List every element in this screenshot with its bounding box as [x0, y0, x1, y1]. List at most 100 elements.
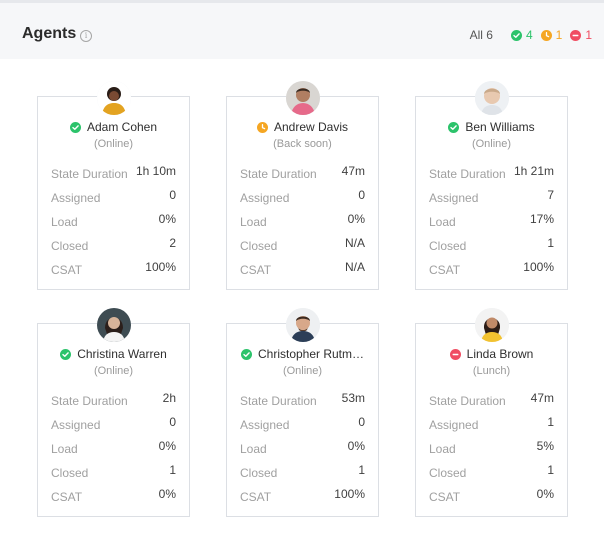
clock-icon	[540, 29, 552, 41]
stat-row-load: Load 0%	[240, 212, 365, 236]
stat-label: CSAT	[240, 263, 272, 277]
stat-row-assigned: Assigned 0	[51, 415, 176, 439]
stat-row-assigned: Assigned 0	[51, 188, 176, 212]
stat-value: 2h	[162, 391, 176, 405]
stat-value: 0%	[158, 487, 176, 501]
stat-row-load: Load 0%	[240, 439, 365, 463]
stat-label: Closed	[240, 239, 278, 253]
avatar	[96, 81, 131, 115]
stat-label: CSAT	[240, 490, 272, 504]
stat-label: Assigned	[240, 418, 290, 432]
stat-row-state-duration: State Duration 47m	[429, 391, 554, 415]
stat-value: 0	[169, 415, 176, 429]
stat-value: 2	[169, 236, 176, 250]
stat-row-csat: CSAT 100%	[429, 260, 554, 284]
stat-row-csat: CSAT 0%	[429, 487, 554, 511]
stat-row-csat: CSAT 100%	[240, 487, 365, 511]
stat-label: Load	[51, 215, 78, 229]
stat-row-state-duration: State Duration 53m	[240, 391, 365, 415]
stat-label: Load	[429, 442, 456, 456]
stat-value: N/A	[344, 236, 365, 250]
stat-label: Closed	[429, 239, 467, 253]
agent-card[interactable]: Christina Warren (Online) State Duration…	[37, 308, 190, 517]
stat-label: Assigned	[51, 418, 101, 432]
stat-label: State Duration	[240, 394, 317, 408]
stat-value: 0%	[347, 212, 365, 226]
stat-value: 100%	[145, 260, 176, 274]
stat-value: 0%	[536, 487, 554, 501]
stat-row-csat: CSAT N/A	[240, 260, 365, 284]
stat-row-load: Load 0%	[51, 439, 176, 463]
stat-value: 53m	[341, 391, 365, 405]
agent-card[interactable]: Linda Brown (Lunch) State Duration 47m As…	[415, 308, 568, 517]
agent-name: Andrew Davis	[273, 120, 349, 134]
agent-status: (Back soon)	[273, 138, 332, 150]
stat-row-load: Load 0%	[51, 212, 176, 236]
stat-row-assigned: Assigned 7	[429, 188, 554, 212]
busy-count: 1	[585, 28, 592, 42]
agent-status: (Online)	[282, 365, 323, 377]
stat-row-closed: Closed 1	[429, 236, 554, 260]
agent-card[interactable]: Adam Cohen (Online) State Duration 1h 10m…	[37, 81, 190, 290]
stat-row-load: Load 17%	[429, 212, 554, 236]
filter-away[interactable]: 1	[540, 28, 563, 42]
stat-row-assigned: Assigned 0	[240, 415, 365, 439]
stat-label: CSAT	[429, 263, 461, 277]
filter-all[interactable]: All 6	[470, 28, 493, 42]
online-status-icon	[60, 348, 72, 360]
online-status-icon	[69, 121, 81, 133]
stat-label: Load	[240, 442, 267, 456]
stat-value: 1h 21m	[513, 164, 554, 178]
stat-label: Closed	[240, 466, 278, 480]
stat-row-assigned: Assigned 0	[240, 188, 365, 212]
stat-label: Closed	[51, 466, 89, 480]
stat-value: 0%	[158, 212, 176, 226]
stat-value: 0	[358, 188, 365, 202]
stat-label: Closed	[51, 239, 89, 253]
stat-row-closed: Closed 2	[51, 236, 176, 260]
stat-value: 1	[547, 463, 554, 477]
stat-label: State Duration	[429, 167, 506, 181]
busy-status-icon	[449, 348, 461, 360]
stat-row-csat: CSAT 0%	[51, 487, 176, 511]
stat-value: 0%	[158, 439, 176, 453]
avatar	[474, 81, 509, 115]
agent-name: Adam Cohen	[86, 120, 158, 134]
stat-label: CSAT	[51, 263, 83, 277]
agent-card[interactable]: Christopher Rutm… (Online) State Duratio…	[226, 308, 379, 517]
avatar	[285, 81, 320, 115]
stat-label: Assigned	[240, 191, 290, 205]
agent-status: (Online)	[93, 365, 134, 377]
agent-name: Ben Williams	[465, 120, 535, 134]
stat-value: 1	[547, 236, 554, 250]
stat-row-closed: Closed 1	[240, 463, 365, 487]
agent-card[interactable]: Ben Williams (Online) State Duration 1h 2…	[415, 81, 568, 290]
stat-row-state-duration: State Duration 47m	[240, 164, 365, 188]
stat-label: State Duration	[51, 167, 128, 181]
stat-row-csat: CSAT 100%	[51, 260, 176, 284]
stat-value: 0	[358, 415, 365, 429]
stat-value: 5%	[536, 439, 554, 453]
filter-busy[interactable]: 1	[570, 28, 592, 42]
stat-value: 100%	[523, 260, 554, 274]
info-icon[interactable]: i	[80, 30, 92, 42]
stat-row-load: Load 5%	[429, 439, 554, 463]
stat-label: State Duration	[240, 167, 317, 181]
minus-circle-icon	[570, 29, 582, 41]
stat-label: Assigned	[429, 191, 479, 205]
stat-value: 0	[169, 188, 176, 202]
avatar	[474, 308, 509, 342]
agent-card[interactable]: Andrew Davis (Back soon) State Duration 4…	[226, 81, 379, 290]
stat-value: 0%	[347, 439, 365, 453]
stat-value: N/A	[344, 260, 365, 274]
away-status-icon	[256, 121, 268, 133]
stat-label: CSAT	[429, 490, 461, 504]
agent-name: Christina Warren	[77, 347, 167, 361]
agents-header: Agents i All 6 4 1 1	[0, 3, 604, 59]
stat-row-assigned: Assigned 1	[429, 415, 554, 439]
filter-online[interactable]: 4	[510, 28, 533, 42]
page-title: Agents	[22, 25, 77, 42]
away-count: 1	[555, 28, 563, 42]
stat-label: Load	[51, 442, 78, 456]
stat-row-state-duration: State Duration 1h 10m	[51, 164, 176, 188]
